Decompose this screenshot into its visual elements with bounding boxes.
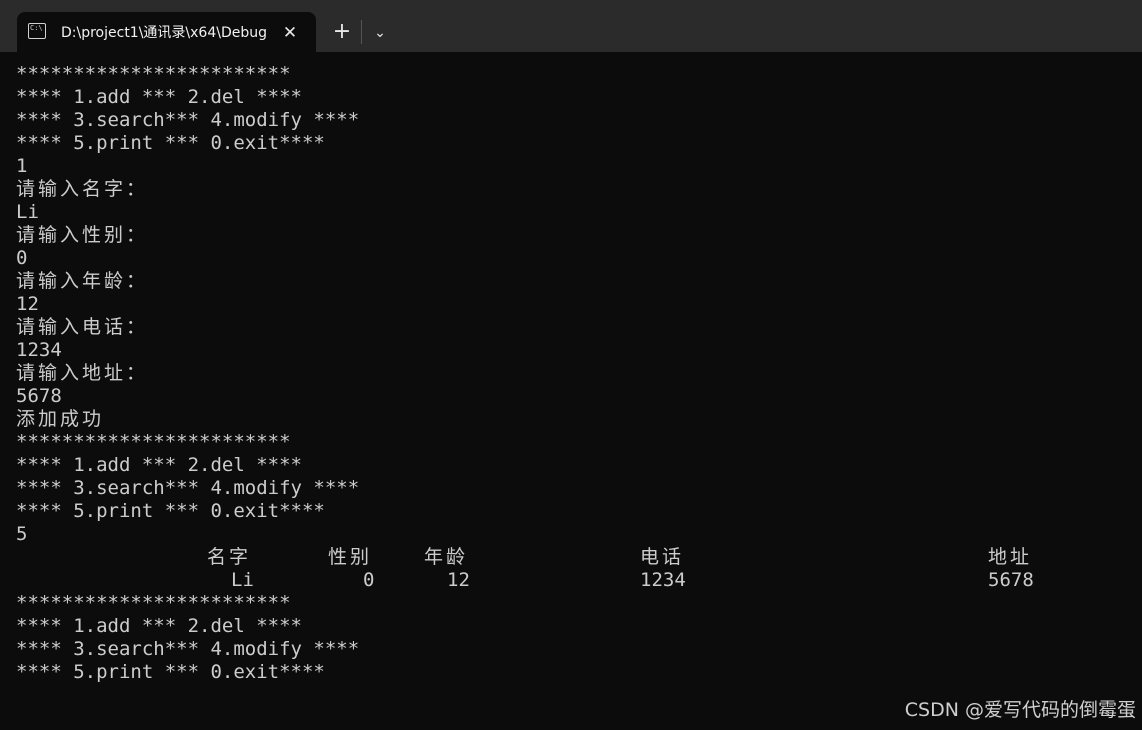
menu-line: **** 1.add *** 2.del **** <box>16 454 302 476</box>
prompt-age: 请输入年龄： <box>16 270 149 292</box>
tab-divider <box>361 20 362 44</box>
header-age: 年龄 <box>424 546 469 568</box>
user-input: 12 <box>16 293 39 315</box>
console-output: ************************ **** 1.add *** … <box>16 63 1136 684</box>
watermark: CSDN @爱写代码的倒霉蛋 <box>904 699 1136 721</box>
menu-line: ************************ <box>16 431 291 453</box>
header-phone: 电话 <box>640 546 685 568</box>
header-gender: 性别 <box>328 546 373 568</box>
chevron-down-icon[interactable]: ⌄ <box>366 22 394 44</box>
menu-line: **** 3.search*** 4.modify **** <box>16 477 360 499</box>
menu-line: **** 5.print *** 0.exit**** <box>16 132 325 154</box>
table-row: Li 0 12 1234 5678 <box>16 569 1136 592</box>
cell-gender: 0 <box>363 569 375 591</box>
user-input: 5678 <box>16 385 62 407</box>
tab-title: D:\project1\通讯录\x64\Debug <box>61 25 268 41</box>
menu-line: **** 1.add *** 2.del **** <box>16 86 302 108</box>
menu-line: **** 3.search*** 4.modify **** <box>16 109 360 131</box>
header-name: 名字 <box>207 546 252 568</box>
title-bar: D:\project1\通讯录\x64\Debug ✕ + ⌄ <box>0 0 1142 52</box>
terminal-tab[interactable]: D:\project1\通讯录\x64\Debug ✕ <box>17 12 316 52</box>
console-icon <box>28 23 46 39</box>
prompt-gender: 请输入性别： <box>16 224 149 246</box>
user-input: 5 <box>16 523 28 545</box>
prompt-address: 请输入地址： <box>16 362 149 384</box>
user-input: 0 <box>16 247 28 269</box>
cell-phone: 1234 <box>640 569 686 591</box>
menu-line: **** 3.search*** 4.modify **** <box>16 638 360 660</box>
table-header: 名字 性别 年龄 电话 地址 <box>16 546 1136 569</box>
menu-line: **** 1.add *** 2.del **** <box>16 615 302 637</box>
user-input: Li <box>16 201 39 223</box>
menu-line: ************************ <box>16 592 291 614</box>
close-tab-icon[interactable]: ✕ <box>279 22 301 44</box>
header-address: 地址 <box>988 546 1033 568</box>
cell-name: Li <box>231 569 254 591</box>
menu-line: **** 5.print *** 0.exit**** <box>16 500 325 522</box>
prompt-phone: 请输入电话： <box>16 316 149 338</box>
add-success-message: 添加成功 <box>16 408 105 430</box>
new-tab-button[interactable]: + <box>328 20 356 46</box>
menu-line: ************************ <box>16 63 291 85</box>
prompt-name: 请输入名字： <box>16 178 149 200</box>
cell-address: 5678 <box>988 569 1034 591</box>
menu-line: **** 5.print *** 0.exit**** <box>16 661 325 683</box>
cell-age: 12 <box>447 569 470 591</box>
user-input: 1 <box>16 155 28 177</box>
user-input: 1234 <box>16 339 62 361</box>
